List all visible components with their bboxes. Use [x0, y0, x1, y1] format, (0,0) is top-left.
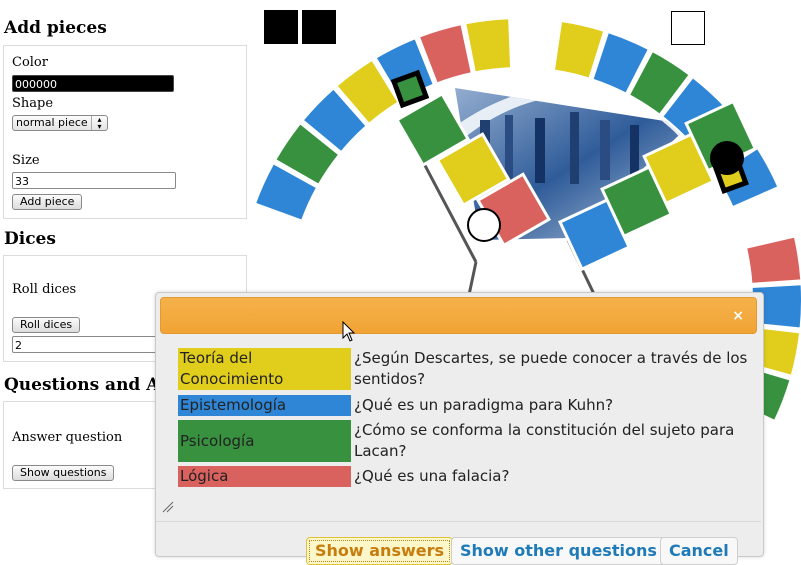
question-cell: ¿Cómo se conforma la constitución del su… [354, 421, 735, 460]
board-cell [512, 17, 559, 72]
question-cell: ¿Qué es un paradigma para Kuhn? [354, 396, 614, 414]
question-cell: ¿Qué es una falacia? [354, 467, 510, 485]
roll-dices-label: Roll dices [12, 282, 77, 297]
add-piece-button[interactable]: Add piece [12, 194, 83, 210]
cancel-button[interactable]: Cancel [660, 537, 738, 565]
size-label: Size [12, 153, 40, 168]
mouse-cursor-icon [342, 321, 356, 342]
dices-heading: Dices [4, 229, 56, 249]
add-pieces-panel: Color 000000 Shape normal piece ▴ ▾ Size … [3, 45, 247, 219]
show-other-questions-button[interactable]: Show other questions [451, 537, 666, 565]
shape-select-value: normal piece [16, 116, 88, 129]
category-cell: Psicología [178, 420, 351, 462]
color-input[interactable]: 000000 [12, 75, 174, 92]
questions-dialog: × Teoría del Conocimiento ¿Según Descart… [155, 292, 764, 565]
shape-label: Shape [12, 96, 54, 111]
color-label: Color [12, 55, 48, 70]
question-cell: ¿Según Descartes, se puede conocer a tra… [354, 349, 748, 388]
size-input[interactable]: 33 [12, 172, 176, 189]
chevron-updown-icon: ▴ ▾ [91, 116, 107, 131]
category-cell: Teoría del Conocimiento [178, 348, 351, 390]
dialog-titlebar[interactable]: × [160, 297, 757, 334]
answer-question-label: Answer question [12, 430, 123, 445]
board-cell [744, 235, 801, 285]
resize-handle-icon[interactable] [162, 501, 174, 513]
shape-select[interactable]: normal piece ▴ ▾ [12, 115, 108, 131]
dice-result-input[interactable]: 2 [12, 336, 176, 353]
close-icon[interactable]: × [732, 308, 744, 324]
show-questions-button[interactable]: Show questions [12, 465, 115, 481]
board-cell [464, 17, 513, 74]
category-cell: Lógica [178, 466, 351, 487]
black-circle-piece[interactable] [710, 141, 744, 175]
add-pieces-heading: Add pieces [4, 18, 107, 38]
dialog-divider [156, 521, 761, 522]
roll-dices-button[interactable]: Roll dices [12, 317, 81, 333]
category-cell: Epistemología [178, 395, 351, 416]
white-circle-piece[interactable] [467, 208, 501, 242]
show-answers-button[interactable]: Show answers [306, 537, 454, 565]
